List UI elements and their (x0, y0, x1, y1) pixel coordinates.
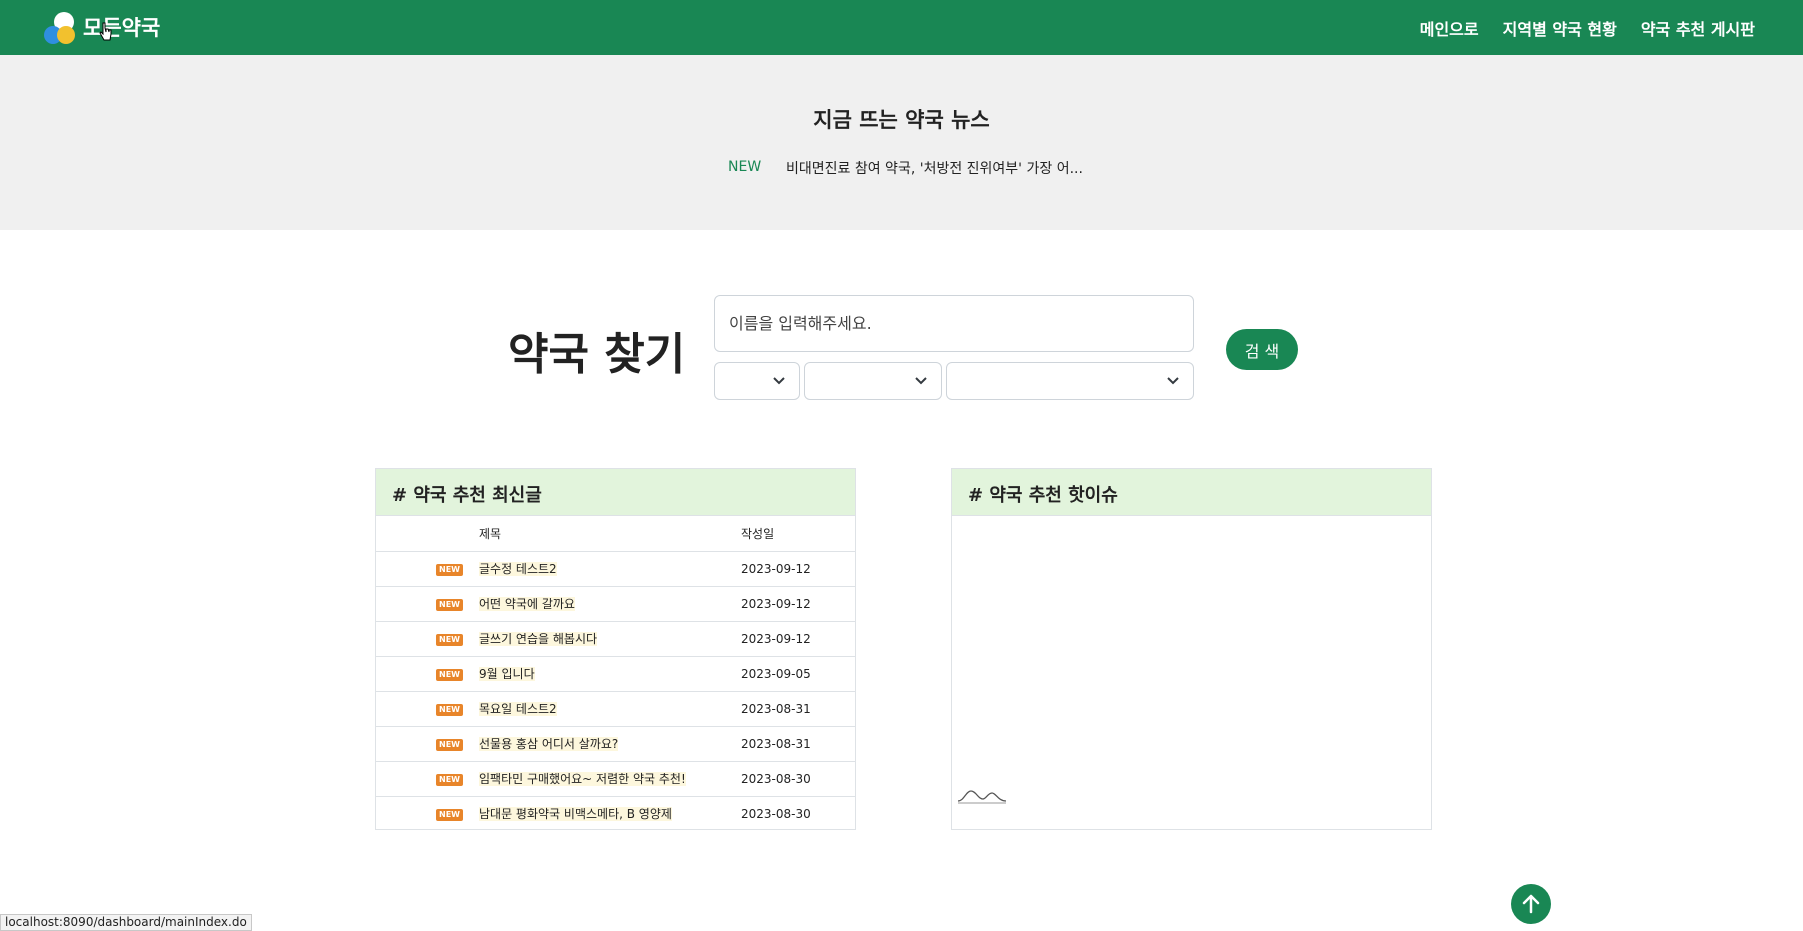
column-header-title: 제목 (479, 516, 741, 552)
new-badge: NEW (436, 634, 463, 646)
post-title-link[interactable]: 글수정 테스트2 (479, 562, 557, 576)
logo-icon[interactable] (44, 12, 78, 44)
chevron-down-icon (1167, 377, 1179, 385)
new-badge: NEW (436, 669, 463, 681)
news-title: 지금 뜨는 약국 뉴스 (813, 108, 990, 132)
main-nav: 메인으로 지역별 약국 현황 약국 추천 게시판 (1420, 16, 1755, 40)
table-row[interactable]: NEW 글쓰기 연습을 해봅시다 2023-09-12 (376, 621, 855, 657)
top-navbar: 모든약국 메인으로 지역별 약국 현황 약국 추천 게시판 (0, 0, 1803, 55)
table-row[interactable]: NEW 남대문 평화약국 비맥스메타, B 영양제 2023-08-30 (376, 796, 855, 831)
post-date: 2023-09-12 (741, 586, 855, 622)
chevron-down-icon (773, 377, 785, 385)
post-title-link[interactable]: 목요일 테스트2 (479, 702, 557, 716)
post-date: 2023-08-30 (741, 761, 855, 797)
new-badge: NEW (436, 704, 463, 716)
hot-issues-panel: # 약국 추천 핫이슈 (951, 468, 1432, 830)
new-badge: NEW (436, 774, 463, 786)
post-date: 2023-09-05 (741, 656, 855, 692)
post-date: 2023-09-12 (741, 551, 855, 587)
column-header-date: 작성일 (741, 516, 855, 552)
post-date: 2023-08-31 (741, 726, 855, 762)
select-province[interactable] (714, 362, 800, 400)
table-row[interactable]: NEW 선물용 홍삼 어디서 살까요? 2023-08-31 (376, 726, 855, 762)
latest-posts-panel: # 약국 추천 최신글 제목 작성일 NEW 글수정 테스트2 2023-09-… (375, 468, 856, 830)
table-row[interactable]: NEW 어떤 약국에 갈까요 2023-09-12 (376, 586, 855, 622)
browser-status-bar: localhost:8090/dashboard/mainIndex.do (0, 914, 252, 931)
latest-posts-heading: # 약국 추천 최신글 (376, 469, 855, 516)
news-headline-link[interactable]: 비대면진료 참여 약국, '처방전 진위여부' 가장 어... (786, 158, 1083, 178)
nav-regional-status[interactable]: 지역별 약국 현황 (1503, 16, 1617, 40)
post-title-link[interactable]: 글쓰기 연습을 해봅시다 (479, 632, 598, 646)
new-badge: NEW (436, 739, 463, 751)
scroll-top-button[interactable] (1511, 884, 1551, 924)
nav-main[interactable]: 메인으로 (1420, 16, 1479, 40)
search-title: 약국 찾기 (508, 329, 686, 380)
chevron-down-icon (915, 377, 927, 385)
post-title-link[interactable]: 임팩타민 구매했어요~ 저렴한 약국 추천! (479, 772, 686, 786)
table-row[interactable]: NEW 글수정 테스트2 2023-09-12 (376, 551, 855, 587)
brand-name[interactable]: 모든약국 (83, 12, 160, 42)
new-badge: NEW (436, 564, 463, 576)
news-new-badge: NEW (728, 159, 762, 175)
post-title-link[interactable]: 선물용 홍삼 어디서 살까요? (479, 737, 619, 751)
post-title-link[interactable]: 남대문 평화약국 비맥스메타, B 영양제 (479, 807, 672, 822)
news-section: 지금 뜨는 약국 뉴스 NEW 비대면진료 참여 약국, '처방전 진위여부' … (0, 55, 1803, 230)
select-district[interactable] (946, 362, 1194, 400)
new-badge: NEW (436, 809, 463, 822)
table-row[interactable]: NEW 임팩타민 구매했어요~ 저렴한 약국 추천! 2023-08-30 (376, 761, 855, 797)
new-badge: NEW (436, 599, 463, 611)
arrow-up-icon (1522, 894, 1540, 914)
pointer-cursor-icon (99, 22, 112, 41)
nav-recommend-board[interactable]: 약국 추천 게시판 (1641, 16, 1755, 40)
select-city[interactable] (804, 362, 942, 400)
post-title-link[interactable]: 9월 입니다 (479, 667, 535, 681)
chart-loading-icon (957, 790, 1007, 804)
post-title-link[interactable]: 어떤 약국에 갈까요 (479, 597, 575, 611)
post-date: 2023-09-12 (741, 621, 855, 657)
table-row[interactable]: NEW 9월 입니다 2023-09-05 (376, 656, 855, 692)
post-date: 2023-08-30 (741, 806, 811, 821)
latest-posts-table: 제목 작성일 NEW 글수정 테스트2 2023-09-12 NEW 어떤 약국… (376, 516, 855, 831)
search-button[interactable]: 검 색 (1226, 329, 1298, 370)
pharmacy-name-input[interactable] (714, 295, 1194, 352)
table-row[interactable]: NEW 목요일 테스트2 2023-08-31 (376, 691, 855, 727)
hot-issues-heading: # 약국 추천 핫이슈 (952, 469, 1431, 516)
post-date: 2023-08-31 (741, 691, 855, 727)
